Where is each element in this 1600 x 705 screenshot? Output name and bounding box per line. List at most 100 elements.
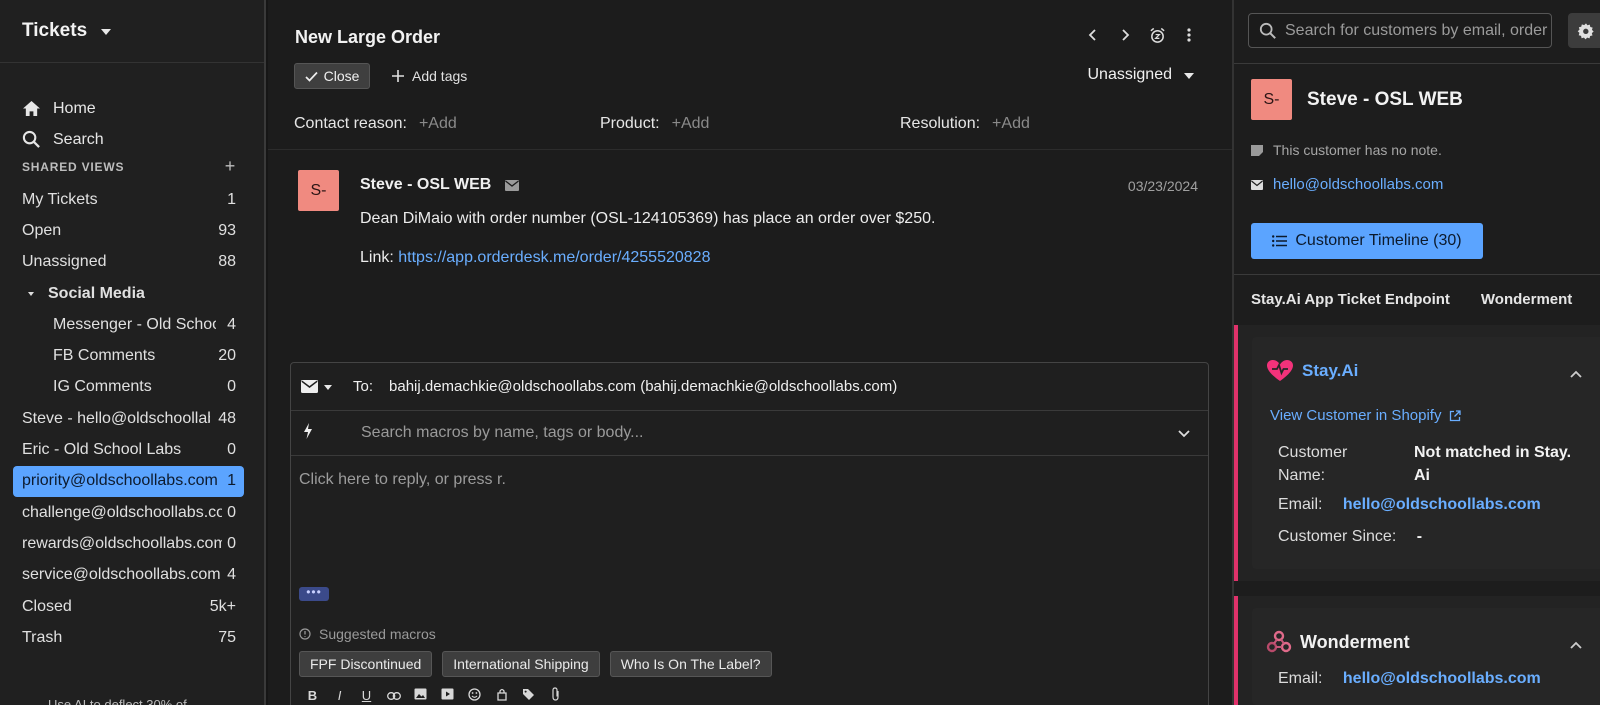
order-link[interactable]: https://app.orderdesk.me/order/425552082… [398, 249, 710, 266]
view-label: FB Comments [53, 347, 156, 365]
stayai-logo-icon [1267, 360, 1293, 381]
suggested-macros-label: Suggested macros [299, 626, 436, 642]
macro-chip[interactable]: International Shipping [442, 651, 600, 677]
view-item-rewards[interactable]: rewards@oldschoollabs.com 0 [0, 528, 264, 559]
message-body: Dean DiMaio with order number (OSL-12410… [360, 210, 936, 227]
chevron-left-icon[interactable] [1084, 26, 1102, 44]
view-label: Trash [22, 628, 63, 646]
view-item-steve[interactable]: Steve - hello@oldschoollabs.com 48 [0, 403, 264, 434]
sidebar-item-home[interactable]: Home [0, 93, 264, 124]
attachment-icon[interactable] [548, 687, 563, 704]
view-item-my-tickets[interactable]: My Tickets 1 [0, 184, 264, 215]
tag-icon[interactable] [521, 688, 536, 704]
wonderment-logo-icon [1266, 630, 1292, 653]
to-recipient[interactable]: bahij.demachkie@oldschoollabs.com (bahij… [389, 378, 897, 395]
view-count: 4 [227, 315, 236, 333]
card-header[interactable]: Wonderment [1266, 630, 1410, 654]
sender-name[interactable]: Steve - OSL WEB [360, 176, 491, 194]
more-vertical-icon[interactable] [1180, 26, 1198, 44]
customer-email-text: hello@oldschoollabs.com [1273, 176, 1444, 193]
view-in-shopify-link[interactable]: View Customer in Shopify [1270, 407, 1462, 424]
settings-button[interactable] [1568, 13, 1600, 48]
view-item-messenger[interactable]: Messenger - Old School Labs 4 [0, 309, 264, 340]
kv-label: Email: [1278, 670, 1323, 687]
shopify-link-label: View Customer in Shopify [1270, 407, 1442, 424]
view-item-closed[interactable]: Closed 5k+ [0, 591, 264, 622]
view-label: Eric - Old School Labs [22, 441, 182, 459]
kv-label: Customer [1278, 444, 1348, 461]
view-item-service[interactable]: service@oldschoollabs.com 4 [0, 560, 264, 591]
view-item-open[interactable]: Open 93 [0, 215, 264, 246]
close-label: Close [323, 68, 360, 84]
field-add-button[interactable]: +Add [672, 115, 710, 132]
chevron-up-icon[interactable] [1570, 636, 1582, 654]
discount-icon[interactable] [494, 688, 509, 704]
reply-textarea[interactable]: Click here to reply, or press r. [299, 471, 506, 489]
avatar[interactable]: S- [298, 170, 339, 211]
external-link-icon [1450, 409, 1462, 421]
sidebar-item-search[interactable]: Search [0, 124, 264, 155]
link-icon[interactable] [386, 688, 401, 703]
view-item-priority[interactable]: priority@oldschoollabs.com 1 [13, 465, 244, 497]
customer-panel: S- Steve - OSL WEB This customer has no … [1232, 0, 1600, 705]
message-link-line: Link: https://app.orderdesk.me/order/425… [360, 249, 710, 267]
tab-stayai-endpoint[interactable]: Stay.Ai App Ticket Endpoint [1251, 291, 1450, 308]
info-icon [299, 628, 311, 640]
field-add-button[interactable]: +Add [992, 115, 1030, 132]
sidebar-header[interactable]: Tickets [0, 0, 264, 63]
email-row: Email: hello@oldschoollabs.com [1278, 496, 1541, 514]
macro-chip[interactable]: Who Is On The Label? [609, 651, 772, 677]
card-body: Wonderment Email: hello@oldschoollabs.co… [1252, 608, 1600, 705]
customer-search[interactable] [1248, 13, 1552, 48]
underline-button[interactable]: U [359, 688, 374, 703]
macro-chip[interactable]: FPF Discontinued [299, 651, 433, 677]
view-item-eric[interactable]: Eric - Old School Labs 0 [0, 434, 264, 465]
email-icon [301, 380, 318, 393]
bold-button[interactable]: B [305, 688, 320, 703]
channel-selector[interactable] [301, 380, 349, 393]
view-item-challenge[interactable]: challenge@oldschoollabs.com 0 [0, 497, 264, 528]
emoji-icon[interactable] [467, 687, 482, 704]
view-label: service@oldschoollabs.com [22, 566, 221, 584]
field-resolution: Resolution: +Add [900, 115, 1206, 133]
view-item-ig-comments[interactable]: IG Comments 0 [0, 372, 264, 403]
view-item-fb-comments[interactable]: FB Comments 20 [0, 340, 264, 371]
customer-note[interactable]: This customer has no note. [1251, 142, 1442, 158]
card-title[interactable]: Stay.Ai [1302, 361, 1358, 381]
snooze-alarm-icon[interactable] [1148, 26, 1166, 44]
kv-value-link[interactable]: hello@oldschoollabs.com [1343, 670, 1541, 687]
add-tags-button[interactable]: Add tags [392, 63, 467, 89]
sidebar-promo[interactable]: Use AI to deflect 30% of [48, 697, 187, 705]
view-group-social-media[interactable]: Social Media [0, 278, 264, 309]
formatting-toolbar: B I U [305, 687, 563, 704]
divider [1234, 274, 1600, 275]
view-label: rewards@oldschoollabs.com [22, 534, 222, 552]
chevron-down-icon[interactable] [1178, 425, 1190, 443]
divider [1234, 63, 1600, 64]
chevron-right-icon[interactable] [1116, 26, 1134, 44]
kv-value-link[interactable]: hello@oldschoollabs.com [1343, 496, 1541, 513]
image-icon[interactable] [413, 688, 428, 703]
field-add-button[interactable]: +Add [419, 115, 457, 132]
close-ticket-button[interactable]: Close [294, 63, 370, 89]
italic-button[interactable]: I [332, 688, 347, 703]
page-title[interactable]: New Large Order [295, 27, 440, 48]
view-item-trash[interactable]: Trash 75 [0, 622, 264, 653]
card-header[interactable]: Stay.Ai [1266, 359, 1358, 383]
customer-name[interactable]: Steve - OSL WEB [1307, 89, 1463, 111]
suggested-label-text: Suggested macros [319, 626, 436, 642]
video-icon[interactable] [440, 688, 455, 703]
chevron-up-icon[interactable] [1570, 365, 1582, 383]
customer-search-input[interactable] [1285, 21, 1551, 40]
assignee-dropdown[interactable]: Unassigned [1088, 66, 1194, 84]
add-view-icon[interactable]: + [225, 156, 236, 177]
customer-timeline-button[interactable]: Customer Timeline (30) [1251, 223, 1483, 259]
customer-email[interactable]: hello@oldschoollabs.com [1251, 176, 1443, 193]
macro-search-input[interactable]: Search macros by name, tags or body... [361, 424, 644, 442]
tab-wonderment[interactable]: Wonderment [1481, 291, 1572, 308]
more-options-icon[interactable]: ••• [299, 586, 329, 601]
card-title[interactable]: Wonderment [1300, 632, 1410, 653]
view-item-unassigned[interactable]: Unassigned 88 [0, 247, 264, 278]
to-label: To: [353, 378, 374, 395]
macro-search-row[interactable]: Search macros by name, tags or body... [291, 411, 1208, 456]
